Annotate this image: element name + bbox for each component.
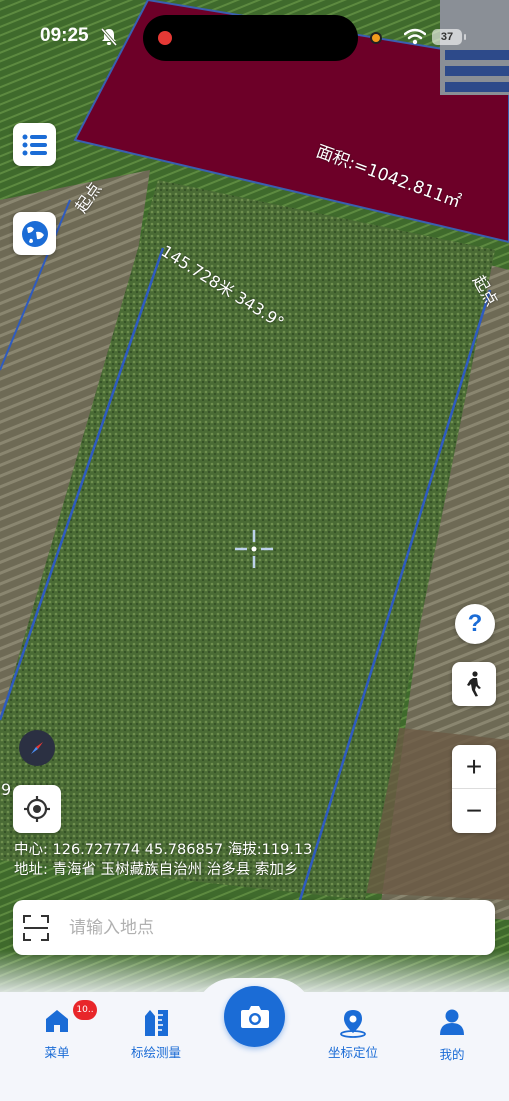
zoom-out-button[interactable]: − <box>452 789 496 833</box>
status-time: 09:25 <box>40 25 89 46</box>
compass-button[interactable] <box>19 730 55 766</box>
compass-icon <box>31 742 43 754</box>
tab-label-plot-measure: 标绘测量 <box>130 1045 181 1060</box>
location-info: 中心: 126.727774 45.786857 海拔:119.13 地址: 青… <box>14 840 312 880</box>
tab-profile[interactable]: 我的 <box>407 1008 497 1063</box>
recording-indicator-icon <box>158 31 172 45</box>
map-type-button[interactable] <box>13 212 56 255</box>
tab-label-profile: 我的 <box>439 1047 465 1062</box>
camera-indicator-icon <box>370 32 382 44</box>
wifi-icon <box>404 28 426 45</box>
walk-mode-button[interactable] <box>452 662 496 706</box>
pedestrian-icon <box>467 671 481 697</box>
help-button[interactable]: ? <box>455 604 495 644</box>
notification-badge: 10.. <box>73 1000 97 1020</box>
tab-coordinate-locate[interactable]: 坐标定位 <box>308 1008 398 1061</box>
camera-button[interactable] <box>224 986 285 1047</box>
globe-icon <box>21 220 48 247</box>
tab-plot-measure[interactable]: 标绘测量 <box>111 1008 201 1061</box>
center-coordinates: 中心: 126.727774 45.786857 海拔:119.13 <box>14 842 313 858</box>
location-pin-icon <box>340 1010 366 1038</box>
zoom-control: + − <box>452 745 496 833</box>
home-indicator-area <box>0 1080 509 1101</box>
zoom-in-button[interactable]: + <box>452 745 496 789</box>
bell-muted-icon <box>100 28 118 46</box>
tab-label-menu: 菜单 <box>44 1045 70 1060</box>
my-location-button[interactable] <box>13 785 61 833</box>
help-icon: ? <box>467 610 483 637</box>
search-input[interactable] <box>67 916 451 939</box>
status-bar: 09:25 37 <box>0 0 509 76</box>
tab-label-coordinate-locate: 坐标定位 <box>327 1045 378 1060</box>
home-icon <box>46 1010 68 1032</box>
ruler-icon <box>145 1010 168 1036</box>
dynamic-island <box>143 15 358 61</box>
list-icon <box>22 134 47 155</box>
layer-list-button[interactable] <box>13 123 56 166</box>
address-text: 地址: 青海省 玉树藏族自治州 治多县 索加乡 <box>14 862 299 878</box>
scan-icon[interactable] <box>21 913 51 943</box>
edge-fragment-label: 9 <box>1 780 12 799</box>
search-bar <box>13 900 495 955</box>
camera-icon <box>240 1005 269 1028</box>
user-icon <box>440 1009 464 1035</box>
battery-indicator: 37 <box>432 29 466 45</box>
target-location-icon <box>24 796 50 822</box>
